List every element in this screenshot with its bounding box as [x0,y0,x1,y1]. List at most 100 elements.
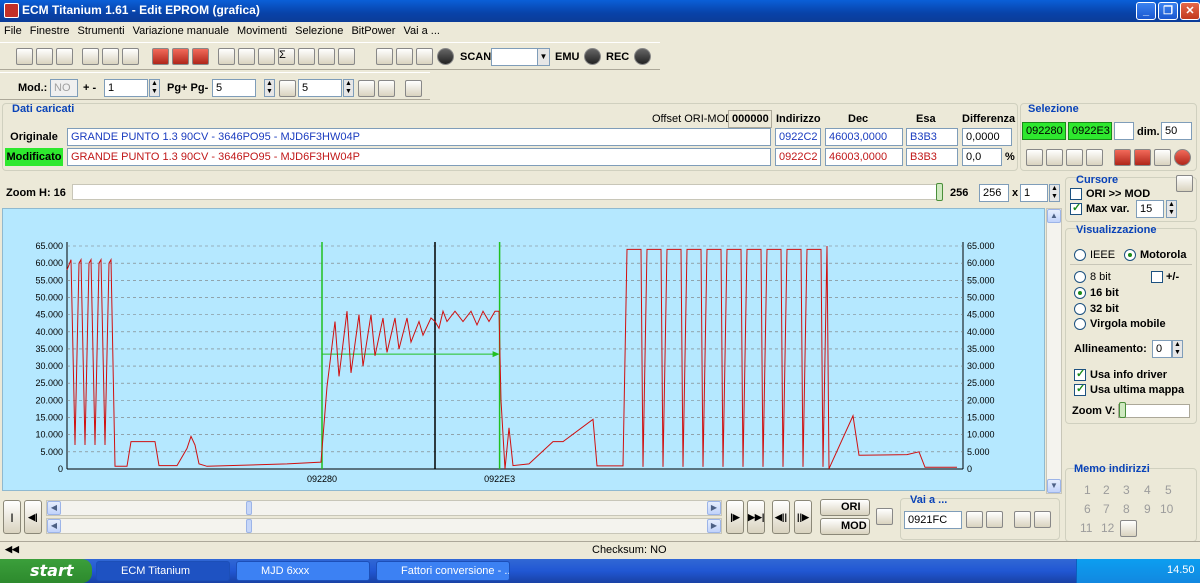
graph-svg[interactable]: 65.000 65.000 60.000 60.000 55.000 55.000 50.0… [3,209,1046,492]
goto-mod-icon[interactable] [986,511,1003,528]
chart-icon[interactable] [318,48,335,65]
memo-12[interactable]: 12 [1101,521,1114,535]
ori-scrollbar[interactable] [46,500,722,516]
menu-vai-a[interactable]: Vai a ... [403,25,439,37]
modificato-esa[interactable]: B3B3 [906,148,958,166]
check-icon[interactable] [152,48,169,65]
memo-4[interactable]: 4 [1144,483,1151,497]
m2-icon[interactable] [378,80,395,97]
lock-icon[interactable] [396,48,413,65]
memo-8[interactable]: 8 [1123,502,1130,516]
sel-icon-1[interactable] [1026,149,1043,166]
graph3d-icon[interactable] [298,48,315,65]
last-page-button[interactable]: ▶▶| [747,500,765,534]
scan-dropdown-arrow-icon[interactable]: ▼ [537,48,550,66]
zoom-mult-field[interactable]: 1 [1020,184,1048,202]
save-icon[interactable] [102,48,119,65]
memo-1[interactable]: 1 [1084,483,1091,497]
grid-icon[interactable] [218,48,235,65]
memo-11[interactable]: 11 [1080,521,1092,535]
open-folder-icon[interactable] [82,48,99,65]
ori-button[interactable]: ORI [820,499,870,516]
graph-vertical-scrollbar[interactable] [1046,208,1062,494]
goto-ori-icon[interactable] [966,511,983,528]
vai-a-field[interactable]: 0921FC [904,511,962,529]
p-spinner[interactable]: ▲ ▼ [343,79,354,97]
max-var-checkbox[interactable] [1070,201,1082,215]
modificato-name-field[interactable]: GRANDE PUNTO 1.3 90CV - 3646PO95 - MJD6F… [67,148,771,166]
start-button[interactable]: start [0,559,92,583]
max-var-field[interactable]: 15 [1136,200,1164,218]
motorola-radio[interactable] [1124,249,1136,261]
save-as-icon[interactable] [122,48,139,65]
marker-right-icon[interactable] [1034,511,1051,528]
rec-button[interactable] [634,48,651,65]
ori-mod-checkbox[interactable] [1070,188,1082,200]
zoom-v-thumb[interactable] [1119,402,1126,418]
next-button[interactable]: |▶ [726,500,744,534]
zoom-h-slider[interactable] [72,184,942,200]
sum-icon[interactable]: Σ [278,48,295,65]
minimize-button[interactable]: _ [1136,2,1156,20]
menu-finestre[interactable]: Finestre [30,25,70,37]
originale-esa[interactable]: B3B3 [906,128,958,146]
memo-3[interactable]: 3 [1123,483,1130,497]
allineamento-spinner[interactable]: ▲ ▼ [1172,340,1183,358]
sel-icon-3[interactable] [1066,149,1083,166]
record-circle-icon[interactable] [437,48,454,65]
modificato-differenza[interactable]: 0,0 [962,148,1002,166]
zoom-mult-spinner[interactable]: ▲ ▼ [1049,184,1060,202]
swap-icon[interactable] [876,508,893,525]
mod-scroll-left-icon[interactable]: ◀ [47,519,61,533]
runner-icon[interactable] [416,48,433,65]
maximize-button[interactable]: ❐ [1158,2,1178,20]
task-ecm-titanium[interactable]: ECM Titanium [96,561,230,581]
usa-ultima-mappa-checkbox[interactable] [1074,382,1086,396]
pg-field[interactable]: 5 [212,79,256,97]
eprom-graph[interactable]: 65.000 65.000 60.000 60.000 55.000 55.000 50.0… [2,208,1045,491]
scroll-up-icon[interactable]: ▲ [1047,209,1061,223]
task-mjd[interactable]: MJD 6xxx [236,561,370,581]
zoom-h-field[interactable]: 256 [979,184,1009,202]
max-var-spinner[interactable]: ▲ ▼ [1166,200,1177,218]
next-selection-button[interactable]: ||▶ [794,500,812,534]
close-button[interactable]: ✕ [1180,2,1200,20]
bit32-radio[interactable] [1074,303,1086,315]
binoculars-icon[interactable] [338,48,355,65]
pg-spinner[interactable]: ▲ ▼ [264,79,275,97]
plusminus-spinner[interactable]: ▲ ▼ [149,79,160,97]
allineamento-field[interactable]: 0 [1152,340,1172,358]
page-icon[interactable] [279,80,296,97]
originale-indirizzo[interactable]: 0922C2 [775,128,821,146]
emu-button[interactable] [584,48,601,65]
dim-field[interactable]: 50 [1161,122,1192,140]
calendar-icon[interactable] [192,48,209,65]
p-field[interactable]: 5 [298,79,342,97]
memo-clear-icon[interactable] [1120,520,1137,537]
panel-icon[interactable] [56,48,73,65]
table-icon[interactable] [238,48,255,65]
m-icon[interactable] [358,80,375,97]
compare-icon[interactable] [172,48,189,65]
zoom-h-thumb[interactable] [936,183,943,201]
paste-disabled-icon[interactable] [1154,149,1171,166]
modificato-dec[interactable]: 46003,0000 [825,148,903,166]
signed-checkbox[interactable] [1151,271,1163,283]
memo-10[interactable]: 10 [1160,502,1173,516]
zoom-v-slider[interactable] [1118,404,1190,418]
selezione-end[interactable]: 0922E3 [1068,122,1112,140]
originale-name-field[interactable]: GRANDE PUNTO 1.3 90CV - 3646PO95 - MJD6F… [67,128,771,146]
paste-icon[interactable] [1134,149,1151,166]
power-icon[interactable] [1174,149,1191,166]
mod-scrollbar[interactable] [46,518,722,534]
menu-strumenti[interactable]: Strumenti [77,25,124,37]
text-tool-icon[interactable] [376,48,393,65]
modificato-indirizzo[interactable]: 0922C2 [775,148,821,166]
menu-selezione[interactable]: Selezione [295,25,343,37]
ori-scroll-thumb[interactable] [246,501,252,515]
scroll-down-icon[interactable]: ▼ [1047,479,1061,493]
selezione-extra[interactable] [1114,122,1134,140]
menu-bitpower[interactable]: BitPower [351,25,395,37]
windows-icon[interactable] [36,48,53,65]
scan-dropdown[interactable] [491,48,539,66]
